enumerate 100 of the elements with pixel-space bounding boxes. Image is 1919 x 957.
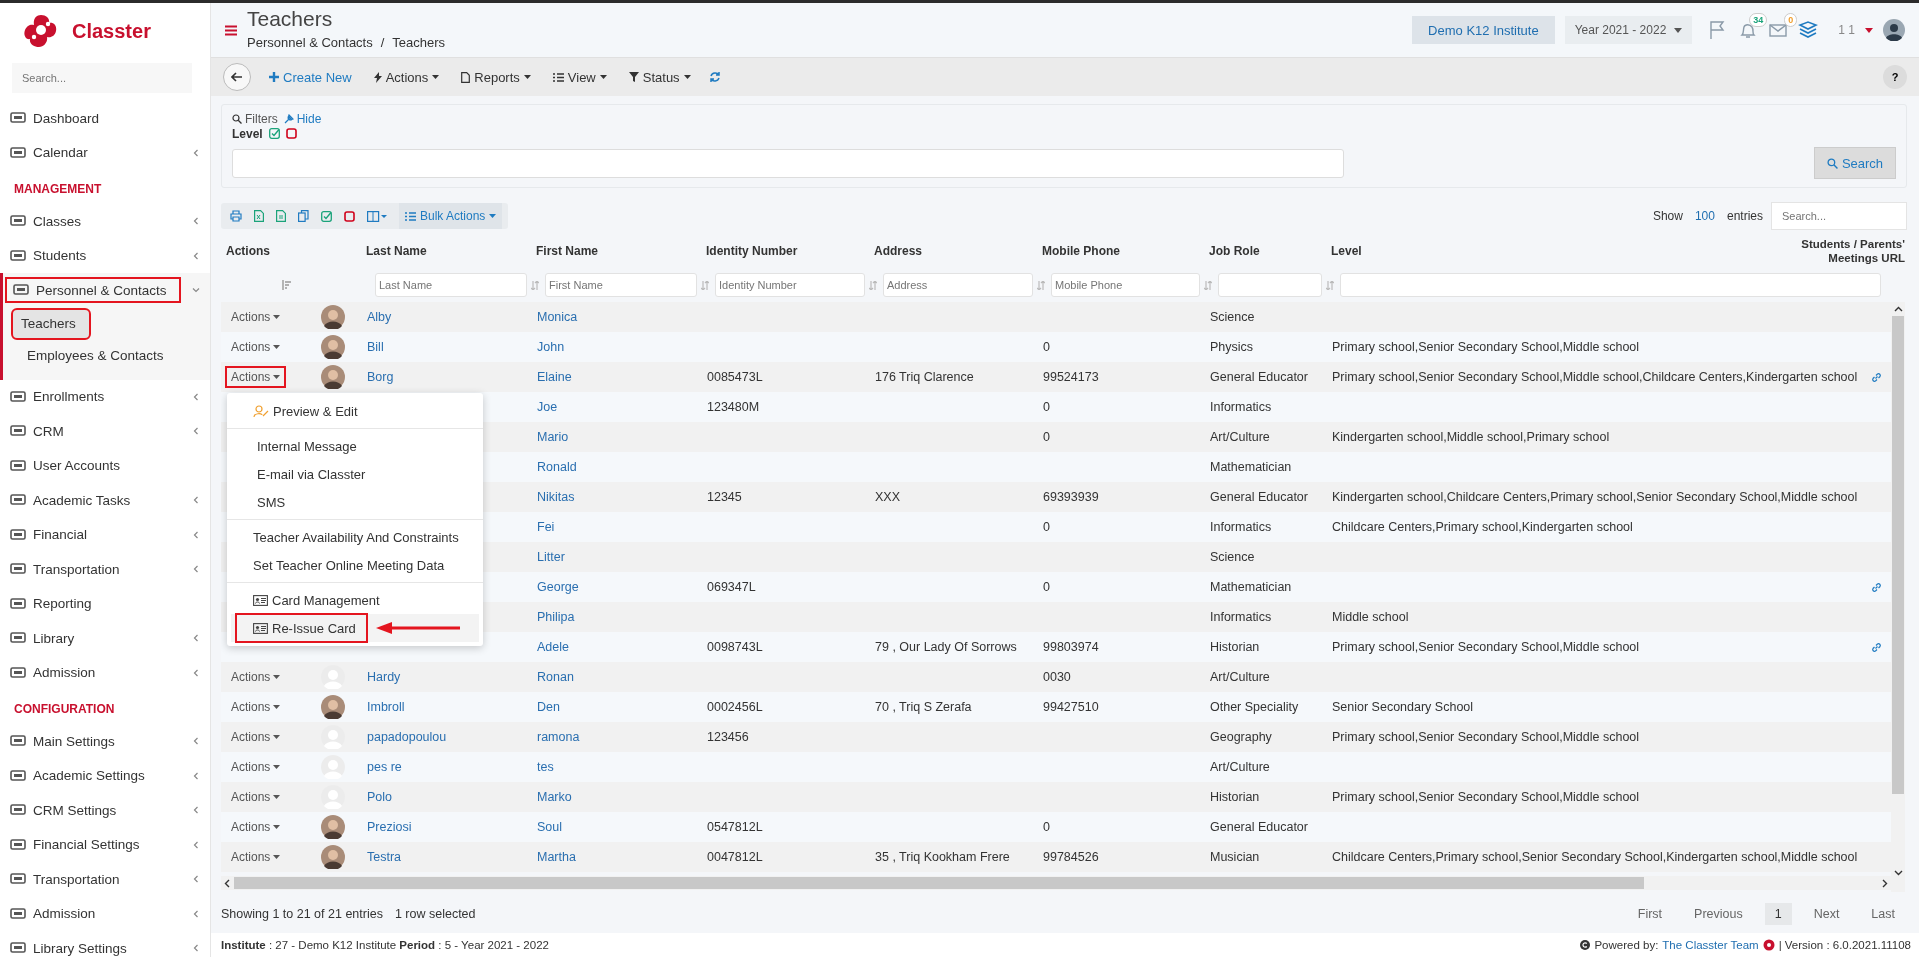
column-header[interactable]: Students / Parents' Meetings URL (1799, 237, 1905, 265)
name-link[interactable]: Polo (367, 790, 393, 804)
name-link[interactable]: Hardy (367, 670, 401, 684)
sidebar-item[interactable]: Admission (6, 661, 192, 684)
name-link[interactable]: tes (537, 760, 554, 774)
team-link[interactable]: The Classter Team (1662, 939, 1759, 951)
name-link[interactable]: Bill (367, 340, 384, 354)
table-row[interactable]: Actions papadopoulou ramona 123456 Geography Primary school,Senior Secondary School,Middle school (221, 722, 1891, 752)
menu-item[interactable]: SMS (253, 489, 290, 515)
column-filter-field[interactable]: Last Name (375, 273, 527, 297)
name-link[interactable]: George (537, 580, 579, 594)
sidebar-item[interactable]: Library Settings (6, 937, 192, 957)
column-header[interactable]: Last Name (361, 244, 531, 258)
hide-filters-button[interactable]: Hide (283, 111, 322, 126)
column-filter-field[interactable]: Address (883, 273, 1033, 297)
table-row[interactable]: Actions Hardy Ronan 0030 Art/Culture (221, 662, 1891, 692)
pagination-button[interactable]: Last (1861, 903, 1905, 925)
row-actions-button[interactable]: Actions (227, 758, 285, 776)
help-button[interactable]: ? (1883, 65, 1907, 89)
sidebar-item[interactable]: Financial (6, 523, 192, 546)
sidebar-subitem[interactable]: Employees & Contacts (11, 341, 208, 370)
breadcrumb-item[interactable]: Personnel & Contacts (247, 34, 373, 50)
sidebar-item[interactable]: Students (6, 244, 192, 267)
sidebar-item[interactable]: Main Settings (6, 730, 192, 753)
row-actions-button[interactable]: Actions (227, 788, 285, 806)
name-link[interactable]: Borg (367, 370, 394, 384)
table-row[interactable]: Actions Testra Martha 0047812L 35 , Triq Kookham Frere 99784526 Musician Childcare Centers,Primary school,Senior Secondary School,Kindergarten school,Middle school (221, 842, 1891, 872)
name-link[interactable]: Ronan (537, 670, 574, 684)
name-link[interactable]: John (537, 340, 565, 354)
sidebar-item[interactable]: Calendar (6, 141, 192, 164)
name-link[interactable]: Preziosi (367, 820, 412, 834)
name-link[interactable]: Alby (367, 310, 392, 324)
column-header[interactable]: Address (869, 244, 1037, 258)
name-link[interactable]: Philipa (537, 610, 575, 624)
sidebar-search-field[interactable]: Search... (12, 63, 192, 93)
table-row[interactable]: Actions Polo Marko Historian Primary school,Senior Secondary School,Middle school (221, 782, 1891, 812)
table-row[interactable]: Actions Alby Monica Science (221, 302, 1891, 332)
year-select[interactable]: Year 2021 - 2022 (1564, 16, 1693, 44)
sidebar-item[interactable]: CRM Settings (6, 799, 192, 822)
sidebar-item[interactable]: Dashboard (6, 107, 200, 130)
institute-button[interactable]: Demo K12 Institute (1412, 16, 1555, 44)
name-link[interactable]: Joe (537, 400, 558, 414)
column-filter-field[interactable]: Mobile Phone (1051, 273, 1200, 297)
row-actions-button[interactable]: Actions (227, 728, 285, 746)
name-link[interactable]: Monica (537, 310, 578, 324)
sidebar-item[interactable]: Financial Settings (6, 833, 192, 856)
pagination-button[interactable]: 1 (1764, 903, 1792, 925)
row-actions-button[interactable]: Actions (227, 308, 285, 326)
name-link[interactable]: Marko (537, 790, 572, 804)
sidebar-subitem[interactable]: Teachers (13, 309, 89, 338)
sidebar-item[interactable]: Admission (6, 902, 192, 925)
name-link[interactable]: Den (537, 700, 560, 714)
sidebar-item[interactable]: CRM (6, 420, 192, 443)
name-link[interactable]: Mario (537, 430, 569, 444)
column-header[interactable]: Actions (221, 244, 299, 258)
create-new-button[interactable]: Create New (265, 69, 356, 85)
column-filter-field[interactable]: Identity Number (715, 273, 865, 297)
entries-count-select[interactable]: 100 (1690, 209, 1719, 223)
column-header[interactable]: Identity Number (701, 244, 869, 258)
row-actions-button[interactable]: Actions (227, 698, 285, 716)
table-search-field[interactable]: Search... (1771, 202, 1907, 230)
sidebar-item[interactable]: Academic Tasks (6, 489, 192, 512)
row-actions-button[interactable]: Actions (227, 848, 285, 866)
menu-item[interactable]: Preview & Edit (249, 398, 362, 424)
column-header[interactable]: Level (1326, 244, 1799, 258)
pagination-button[interactable]: First (1627, 903, 1673, 925)
name-link[interactable]: Nikitas (537, 490, 575, 504)
row-actions-button[interactable]: Actions (227, 368, 285, 386)
row-actions-button[interactable]: Actions (227, 818, 285, 836)
sidebar-item[interactable]: User Accounts (6, 454, 200, 477)
sidebar-item[interactable]: Transportation (6, 868, 192, 891)
name-link[interactable]: Ronald (537, 460, 577, 474)
status-menu-button[interactable]: Status (624, 69, 695, 85)
column-filter-field[interactable]: First Name (545, 273, 697, 297)
name-link[interactable]: Imbroll (367, 700, 405, 714)
column-header[interactable]: Mobile Phone (1037, 244, 1204, 258)
column-header[interactable]: First Name (531, 244, 701, 258)
sidebar-item[interactable]: Reporting (6, 592, 200, 615)
sidebar-item[interactable]: Transportation (6, 558, 192, 581)
sidebar-item[interactable]: Enrollments (6, 385, 192, 408)
view-menu-button[interactable]: View (548, 69, 611, 85)
reports-menu-button[interactable]: Reports (457, 69, 535, 85)
row-actions-button[interactable]: Actions (227, 338, 285, 356)
name-link[interactable]: Elaine (537, 370, 572, 384)
sidebar-item[interactable]: Academic Settings (6, 764, 192, 787)
actions-menu-button[interactable]: Actions (369, 69, 444, 85)
name-link[interactable]: Litter (537, 550, 565, 564)
row-actions-button[interactable]: Actions (227, 668, 285, 686)
name-link[interactable]: Testra (367, 850, 402, 864)
name-link[interactable]: Adele (537, 640, 569, 654)
name-link[interactable]: Soul (537, 820, 563, 834)
column-header[interactable]: Job Role (1204, 244, 1326, 258)
pagination-button[interactable]: Previous (1684, 903, 1753, 925)
name-link[interactable]: Martha (537, 850, 576, 864)
table-row[interactable]: Actions Borg Elaine 0085473L 176 Triq Clarence 99524173 General Educator Primary school,Senior Secondary School,Middle school,Childcare Centers,Kindergarten school (221, 362, 1891, 392)
name-link[interactable]: ramona (537, 730, 580, 744)
name-link[interactable]: pes re (367, 760, 402, 774)
name-link[interactable]: Fei (537, 520, 555, 534)
pagination-button[interactable]: Next (1803, 903, 1850, 925)
sidebar-item[interactable]: Library (6, 627, 192, 650)
